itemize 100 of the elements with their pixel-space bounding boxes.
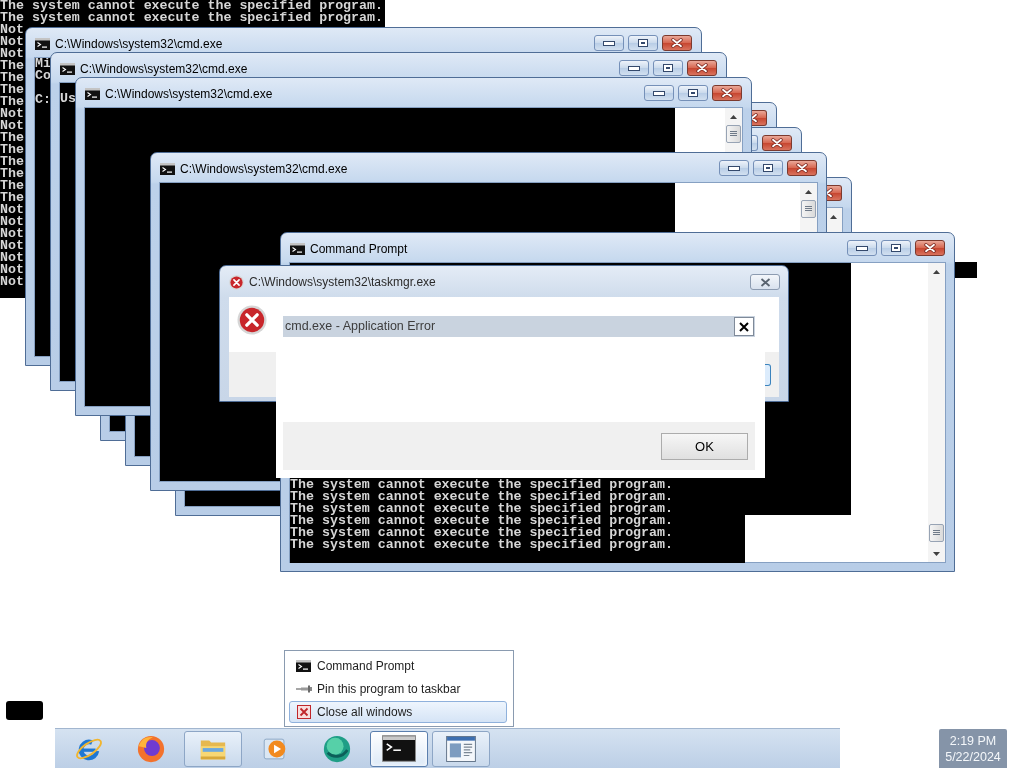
sphere-icon: [322, 733, 352, 764]
maximize-icon: [688, 89, 698, 97]
clock-time: 2:19 PM: [949, 732, 997, 749]
console-line: Not: [0, 108, 24, 120]
close-button[interactable]: [734, 317, 754, 336]
minimize-icon: [653, 90, 665, 96]
console-line: The system cannot execute the specified program.: [290, 503, 673, 515]
console-line: C:: [35, 94, 51, 106]
close-button[interactable]: [712, 85, 742, 101]
minimize-button[interactable]: [619, 60, 649, 76]
taskbar-button[interactable]: [370, 730, 428, 767]
close-button[interactable]: [687, 60, 717, 76]
minimize-button[interactable]: [594, 35, 624, 51]
console-line: Not: [0, 240, 24, 252]
minimize-button[interactable]: [847, 240, 877, 256]
console-line: The: [0, 192, 24, 204]
glitch-block: [6, 701, 43, 720]
maximize-icon: [638, 39, 648, 47]
terminal-icon: [60, 63, 75, 75]
up-arrow-icon: [805, 189, 812, 194]
maximize-button[interactable]: [753, 160, 783, 176]
maximize-button[interactable]: [628, 35, 658, 51]
minimize-icon: [603, 40, 615, 46]
console-line: The: [0, 168, 24, 180]
maximize-icon: [891, 244, 901, 252]
console-line: The: [0, 60, 24, 72]
pin-icon: [295, 685, 312, 693]
maximize-button[interactable]: [678, 85, 708, 101]
minimize-button[interactable]: [719, 160, 749, 176]
console-line: The system cannot execute the specified program.: [0, 0, 383, 12]
close-button[interactable]: [787, 160, 817, 176]
console-line: The: [0, 156, 24, 168]
close-icon: [696, 63, 708, 73]
scrollbar[interactable]: [800, 183, 817, 233]
browser-icon: [136, 733, 166, 764]
clock-date: 5/22/2024: [945, 748, 1001, 765]
window-title: C:\Windows\system32\cmd.exe: [180, 162, 348, 176]
minimize-button[interactable]: [644, 85, 674, 101]
window-title: C:\Windows\system32\cmd.exe: [80, 62, 248, 76]
console-line: Not: [0, 276, 24, 288]
error-icon: [237, 305, 267, 335]
console-line: The system cannot execute the specified program.: [290, 479, 673, 491]
close-icon: [752, 113, 758, 123]
close-icon: [759, 277, 771, 287]
up-arrow-icon: [933, 269, 940, 274]
window-title: C:\Windows\system32\taskmgr.exe: [249, 275, 436, 290]
console-line: The system cannot execute the specified program.: [290, 539, 673, 551]
console-line: The system cannot execute the specified program.: [0, 12, 383, 24]
close-icon: [721, 88, 733, 98]
close-icon: [739, 321, 749, 332]
glitch-block: [955, 262, 977, 278]
close-button[interactable]: [662, 35, 692, 51]
console-line: Not: [0, 264, 24, 276]
jump-list-item[interactable]: Command Prompt: [289, 655, 507, 677]
console-line: Not: [0, 216, 24, 228]
window-icon: [446, 735, 476, 762]
close-button[interactable]: [915, 240, 945, 256]
terminal-icon: [296, 660, 311, 672]
dialog-button[interactable]: [765, 364, 771, 386]
close-icon: [924, 243, 936, 253]
scrollbar[interactable]: [725, 108, 742, 153]
console-line: Not: [0, 228, 24, 240]
maximize-button[interactable]: [881, 240, 911, 256]
close-icon: [796, 163, 808, 173]
close-button[interactable]: [827, 185, 842, 201]
maximize-icon: [663, 64, 673, 72]
close-window-icon: [296, 705, 311, 719]
terminal-icon: [382, 735, 416, 762]
grip-icon: [933, 530, 940, 536]
ok-button[interactable]: OK: [661, 432, 748, 460]
console-line: Not: [0, 48, 24, 60]
console-line: Mi: [35, 58, 51, 70]
scrollbar-thumb[interactable]: [929, 524, 944, 542]
close-icon: [827, 188, 833, 198]
console-line: Not: [0, 120, 24, 132]
dialog-title: cmd.exe - Application Error: [285, 319, 436, 334]
jump-list-item[interactable]: Close all windows: [289, 701, 507, 723]
terminal-icon: [290, 243, 305, 255]
window-title: C:\Windows\system32\cmd.exe: [105, 87, 273, 101]
scrollbar[interactable]: [928, 263, 945, 562]
console-line: Not: [0, 36, 24, 48]
minimize-icon: [728, 165, 740, 171]
close-icon: [771, 138, 783, 148]
console-line: The: [0, 180, 24, 192]
console-line: The system cannot execute the specified program.: [290, 515, 673, 527]
console-line: The: [0, 96, 24, 108]
grip-icon: [805, 206, 812, 212]
minimize-icon: [628, 65, 640, 71]
console-line: The: [0, 144, 24, 156]
console-line: The system cannot execute the specified program.: [290, 527, 673, 539]
maximize-button[interactable]: [653, 60, 683, 76]
jump-list-item[interactable]: Pin this program to taskbar: [289, 678, 507, 700]
down-arrow-icon: [933, 551, 940, 556]
scrollbar-thumb[interactable]: [801, 200, 816, 218]
scrollbar-thumb[interactable]: [726, 125, 741, 143]
close-button[interactable]: [762, 135, 792, 151]
close-button[interactable]: [752, 110, 767, 126]
terminal-icon: [85, 88, 100, 100]
error-icon: [229, 275, 244, 290]
console-line: Us: [60, 93, 76, 105]
